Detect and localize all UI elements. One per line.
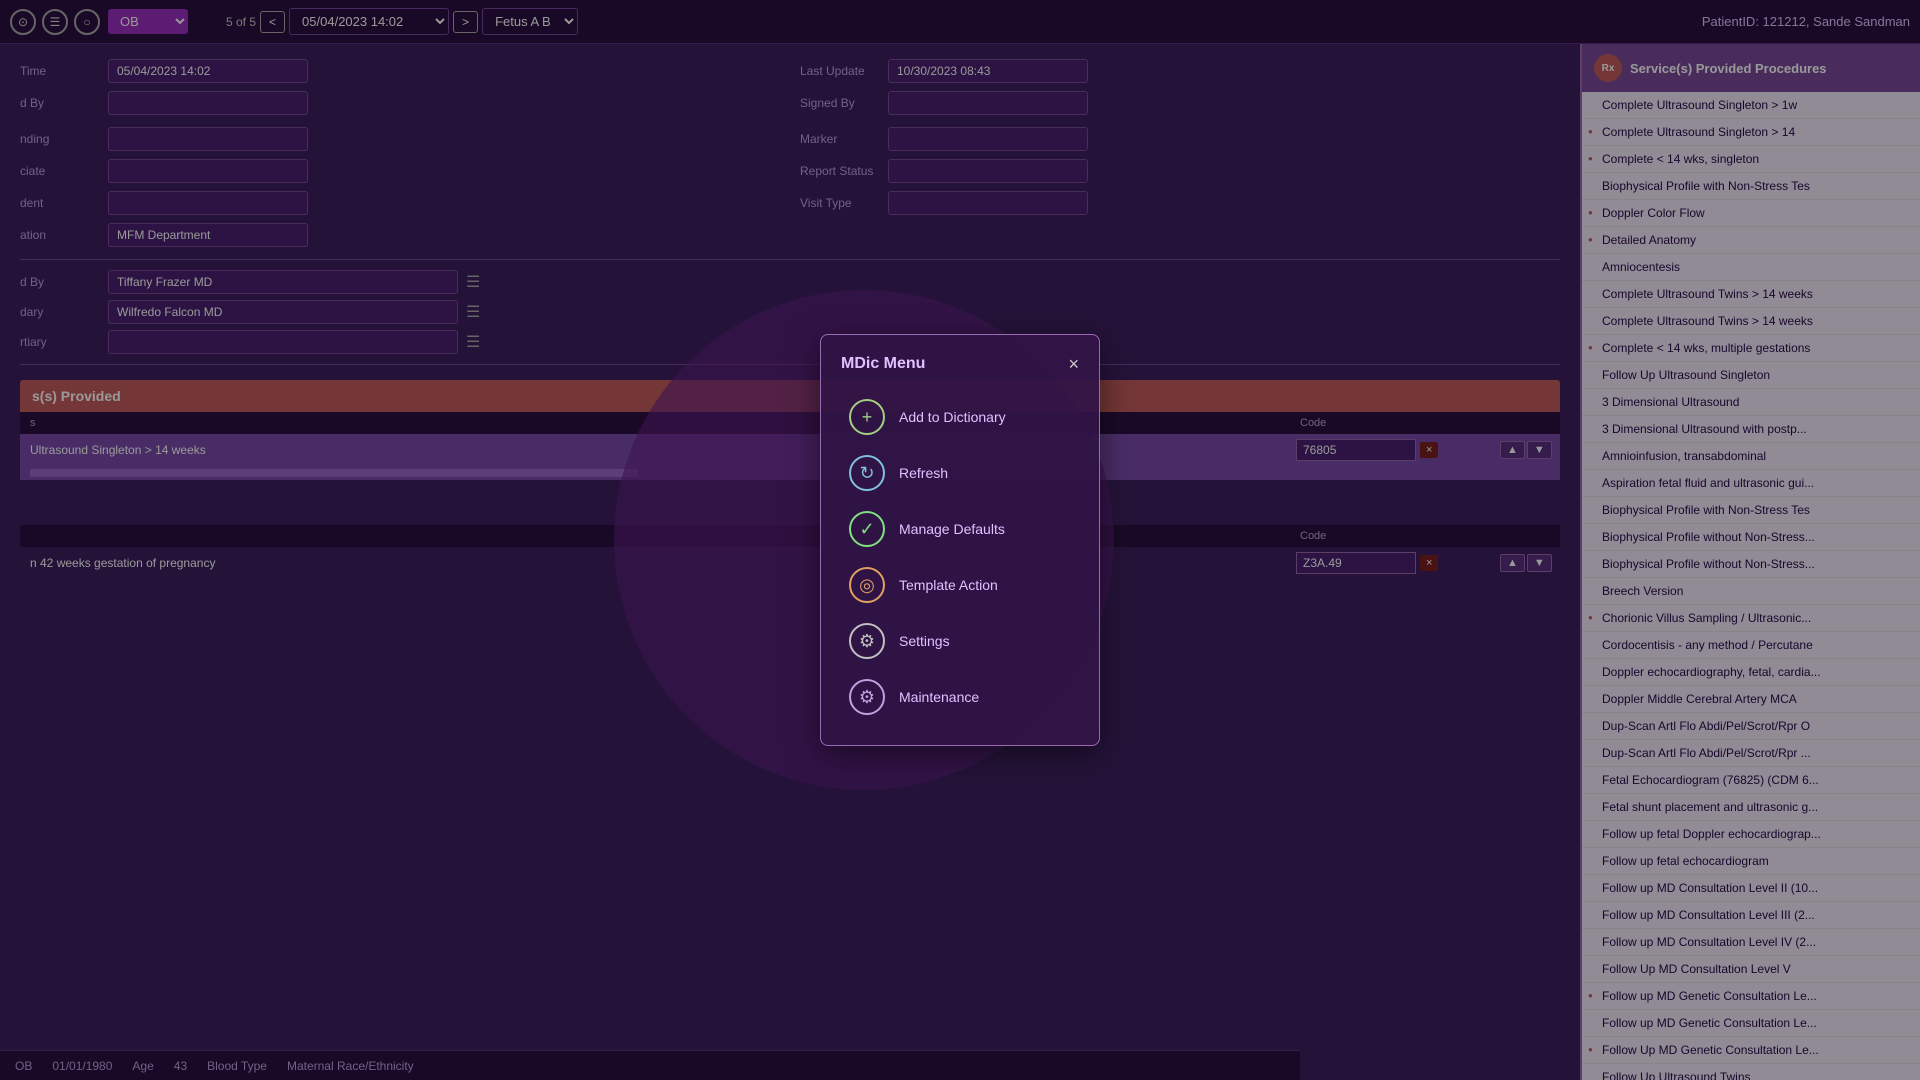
settings-icon: ⚙ [849, 623, 885, 659]
refresh-label: Refresh [899, 465, 948, 481]
mdic-menu-item-manage-defaults[interactable]: ✓ Manage Defaults [841, 501, 1079, 557]
mdic-close-button[interactable]: × [1068, 355, 1079, 373]
add-dictionary-label: Add to Dictionary [899, 409, 1006, 425]
mdic-menu-header: MDic Menu × [841, 355, 1079, 373]
mdic-menu-item-refresh[interactable]: ↻ Refresh [841, 445, 1079, 501]
maintenance-icon: ⚙ [849, 679, 885, 715]
mdic-menu-title: MDic Menu [841, 355, 925, 373]
settings-label: Settings [899, 633, 950, 649]
manage-defaults-icon: ✓ [849, 511, 885, 547]
mdic-items-container: + Add to Dictionary ↻ Refresh ✓ Manage Defaul… [841, 389, 1079, 725]
maintenance-label: Maintenance [899, 689, 979, 705]
mdic-menu-item-template-action[interactable]: ◎ Template Action [841, 557, 1079, 613]
refresh-icon: ↻ [849, 455, 885, 491]
mdic-menu-item-add-dictionary[interactable]: + Add to Dictionary [841, 389, 1079, 445]
mdic-menu-item-settings[interactable]: ⚙ Settings [841, 613, 1079, 669]
manage-defaults-label: Manage Defaults [899, 521, 1005, 537]
add-dictionary-icon: + [849, 399, 885, 435]
template-action-label: Template Action [899, 577, 998, 593]
mdic-menu: MDic Menu × + Add to Dictionary ↻ Refresh ✓ M… [820, 334, 1100, 746]
modal-overlay: MDic Menu × + Add to Dictionary ↻ Refresh ✓ M… [0, 0, 1920, 1080]
mdic-menu-item-maintenance[interactable]: ⚙ Maintenance [841, 669, 1079, 725]
template-action-icon: ◎ [849, 567, 885, 603]
